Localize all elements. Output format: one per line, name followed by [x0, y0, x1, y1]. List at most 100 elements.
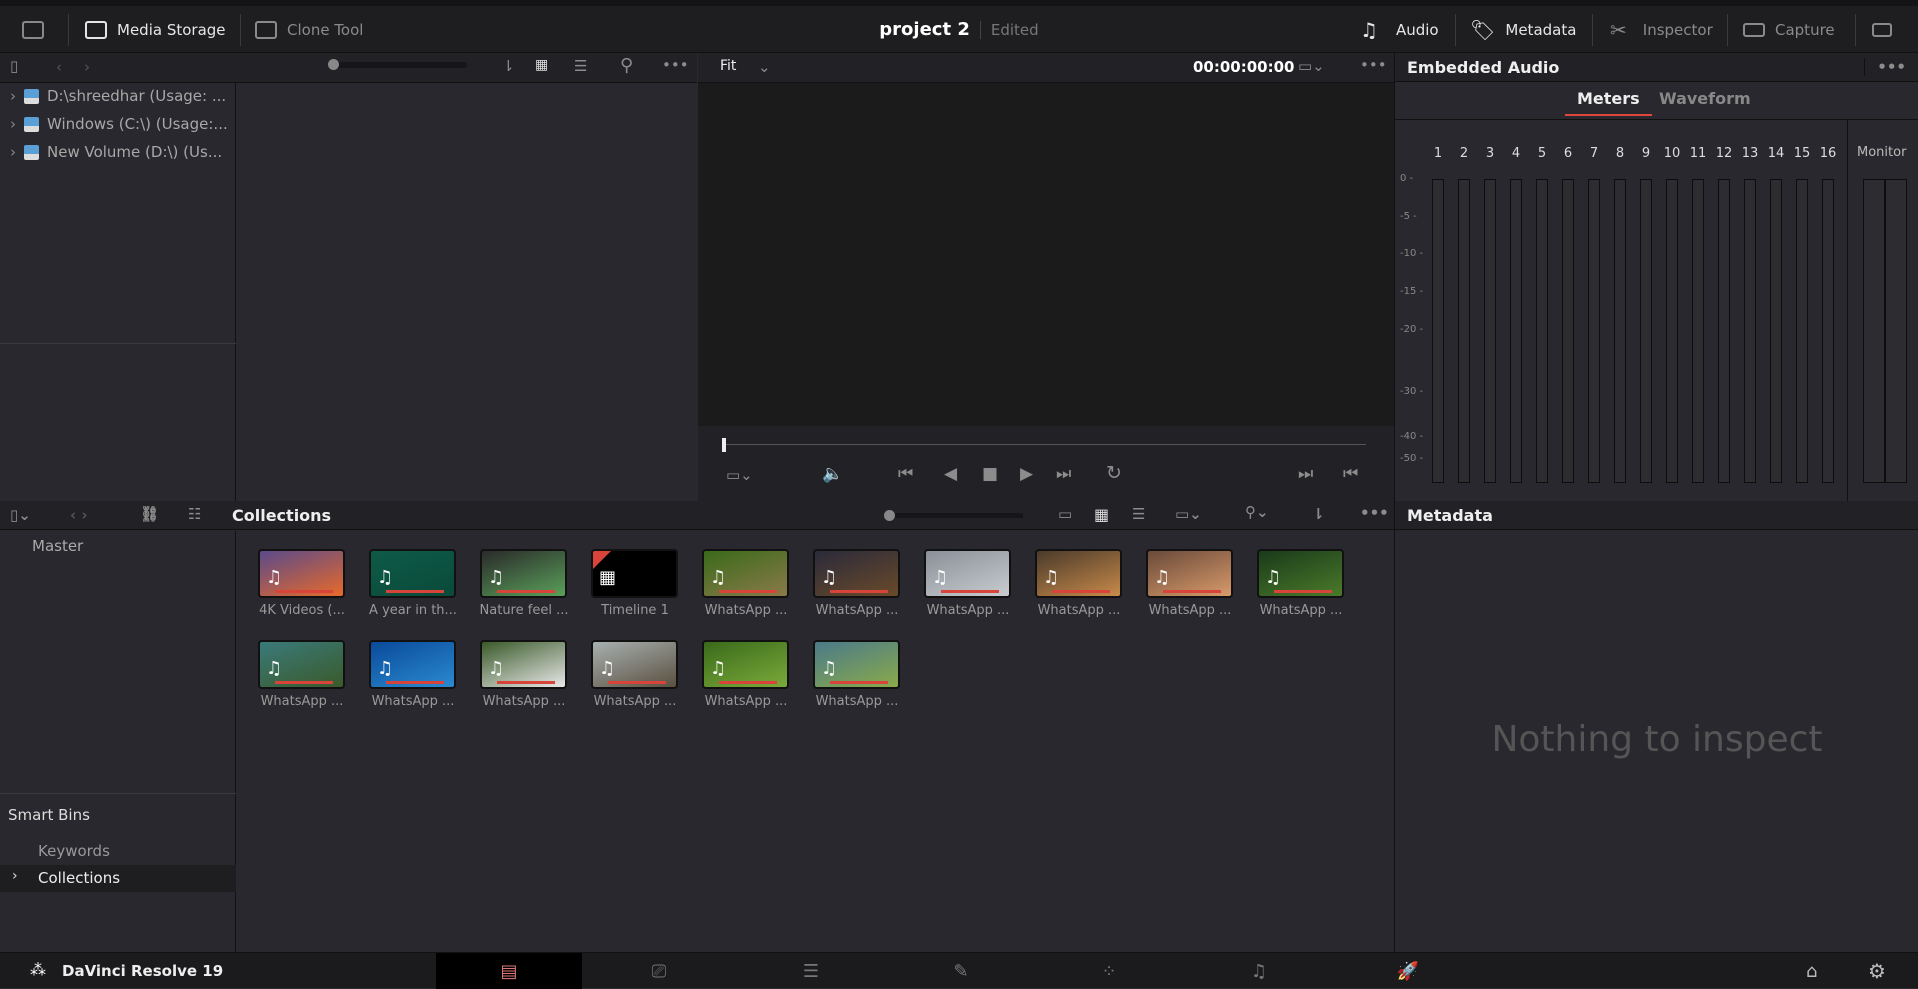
smart-bin-collections[interactable]: › Collections [0, 865, 236, 892]
audio-button[interactable]: ♫ Audio [1360, 6, 1439, 53]
drive-icon [24, 88, 39, 104]
bin-list: Master Smart Bins Keywords › Collections [0, 531, 236, 952]
clip-thumbnail[interactable]: ♫ [591, 640, 678, 689]
clip-label: WhatsApp ... [482, 694, 566, 709]
clip-thumbnail[interactable]: ♫ [702, 640, 789, 689]
chevron-right-icon: › [12, 868, 18, 884]
list-view-icon[interactable]: ☰ [1132, 505, 1145, 523]
clip-thumbnail[interactable]: ♫ [1257, 549, 1344, 598]
db-tick: -15 - [1400, 286, 1424, 297]
clip-thumbnail[interactable]: ♫ [813, 549, 900, 598]
channel-meter [1640, 179, 1652, 483]
forward-button[interactable]: › [84, 58, 90, 76]
drive-item[interactable]: › D:\shreedhar (Usage: ... [10, 87, 226, 105]
app-name: DaVinci Resolve 19 [62, 962, 224, 980]
page-cut-button[interactable]: ⎚ [586, 953, 732, 989]
more-options-icon[interactable]: ••• [1864, 58, 1906, 76]
sidebar-toggle-icon[interactable]: ▯⌄ [10, 506, 31, 524]
page-media-button[interactable]: ▤ [436, 953, 582, 989]
tab-waveform[interactable]: Waveform [1659, 89, 1751, 108]
metadata-button[interactable]: 🏷 Metadata [1470, 6, 1576, 53]
clip-thumbnail[interactable]: ♫ [369, 640, 456, 689]
volume-icon[interactable]: 🔈 [822, 464, 843, 484]
clip-thumbnail[interactable]: ♫ [480, 640, 567, 689]
drive-item[interactable]: › New Volume (D:\) (Us... [10, 143, 222, 161]
clip-thumbnail[interactable]: ♫ [1146, 549, 1233, 598]
play-reverse-icon[interactable]: ◀ [944, 464, 957, 484]
next-frame-icon[interactable]: ⏭ [1298, 464, 1313, 484]
viewer-toggle-icon[interactable]: ▭⌄ [1175, 505, 1202, 523]
db-tick: 0 - [1400, 173, 1414, 184]
fullscreen-button[interactable] [1872, 6, 1892, 53]
viewer-options-icon[interactable]: ▭⌄ [1298, 57, 1325, 75]
back-button[interactable]: ‹ [56, 58, 62, 76]
music-note-icon: ♫ [266, 658, 283, 679]
clip-thumbnail[interactable]: ♫ [369, 549, 456, 598]
page-color-button[interactable]: ⁘ [1036, 953, 1182, 989]
home-icon[interactable]: ⌂ [1806, 961, 1817, 982]
inspector-button[interactable]: ✂ Inspector [1610, 6, 1713, 53]
more-options-icon[interactable]: ••• [1360, 56, 1387, 74]
page-deliver-button[interactable]: 🚀 [1335, 953, 1481, 989]
divider [0, 343, 236, 344]
clip-label: WhatsApp ... [1259, 603, 1343, 618]
sort-icon[interactable]: ⇂ [1312, 505, 1325, 523]
transport-controls: ▭⌄ 🔈 ⏮ ◀ ■ ▶ ⏭ ↻ ⏭ ⏮ [698, 426, 1394, 501]
gear-icon[interactable]: ⚙ [1868, 959, 1886, 983]
channel-number: 1 [1433, 146, 1443, 161]
playhead[interactable] [722, 438, 726, 452]
loop-icon[interactable]: ↻ [1106, 462, 1122, 484]
channel-meter [1822, 179, 1834, 483]
audio-label: Audio [1395, 20, 1439, 39]
capture-button[interactable]: Capture [1743, 6, 1835, 53]
smart-bin-keywords[interactable]: Keywords [38, 842, 110, 860]
more-options-icon[interactable]: ••• [662, 56, 689, 74]
clip-label: WhatsApp ... [815, 694, 899, 709]
metadata-label: Metadata [1505, 20, 1577, 39]
drive-item[interactable]: › Windows (C:\) (Usage:... [10, 115, 228, 133]
page-fairlight-button[interactable]: ♫ [1186, 953, 1332, 989]
clip-label: WhatsApp ... [926, 603, 1010, 618]
clip-thumbnail[interactable]: ▦ [591, 549, 678, 598]
prev-frame-icon[interactable]: ⏮ [1343, 464, 1358, 484]
clip-view-icon[interactable]: ▭⌄ [726, 466, 753, 484]
clip-thumbnail[interactable]: ♫ [480, 549, 567, 598]
bin-master[interactable]: Master [32, 537, 83, 555]
db-tick: -40 - [1400, 431, 1424, 442]
stop-icon[interactable]: ■ [982, 464, 998, 484]
metadata-view-icon[interactable]: ▭ [1058, 505, 1072, 523]
more-options-icon[interactable]: ••• [1360, 504, 1389, 522]
clip-thumbnail[interactable]: ♫ [702, 549, 789, 598]
grid-view-icon[interactable]: ▦ [535, 57, 548, 73]
skip-forward-icon[interactable]: ⏭ [1056, 464, 1071, 484]
clip-thumbnail[interactable]: ♫ [258, 640, 345, 689]
search-icon[interactable]: ⚲⌄ [1245, 503, 1269, 521]
clip-label: WhatsApp ... [371, 694, 455, 709]
media-page-icon: ▤ [500, 960, 518, 982]
page-edit-button[interactable]: ☰ [738, 953, 884, 989]
sidebar-toggle-icon[interactable]: ▯ [10, 57, 18, 75]
play-icon[interactable]: ▶ [1020, 464, 1033, 484]
clip-thumbnail[interactable]: ♫ [924, 549, 1011, 598]
skip-back-icon[interactable]: ⏮ [898, 464, 913, 484]
back-button[interactable]: ‹ › [70, 506, 88, 524]
scrubber[interactable] [722, 444, 1366, 445]
search-icon[interactable]: ⚲ [620, 55, 633, 76]
sort-icon[interactable]: ⇂ [502, 57, 515, 75]
chevron-down-icon[interactable]: ⌄ [758, 58, 771, 76]
link-icon[interactable]: ⛓ [140, 505, 159, 523]
thumbnail-size-slider[interactable] [328, 59, 467, 70]
clip-thumbnail[interactable]: ♫ [258, 549, 345, 598]
zoom-select[interactable]: Fit [720, 58, 736, 74]
page-fusion-button[interactable]: ✎ [888, 953, 1034, 989]
list-view-icon[interactable]: ☰ [574, 57, 587, 75]
tab-meters[interactable]: Meters [1565, 89, 1652, 116]
clip-thumbnail[interactable]: ♫ [1035, 549, 1122, 598]
panel-title: Metadata [1407, 505, 1493, 525]
channel-number: 15 [1793, 146, 1811, 161]
clip-thumbnail[interactable]: ♫ [813, 640, 900, 689]
grid-view-icon[interactable]: ▦ [1094, 505, 1109, 524]
channel-meter [1432, 179, 1444, 483]
thumbnail-size-slider[interactable] [884, 510, 1023, 521]
filter-icon[interactable]: ☷ [188, 505, 201, 523]
